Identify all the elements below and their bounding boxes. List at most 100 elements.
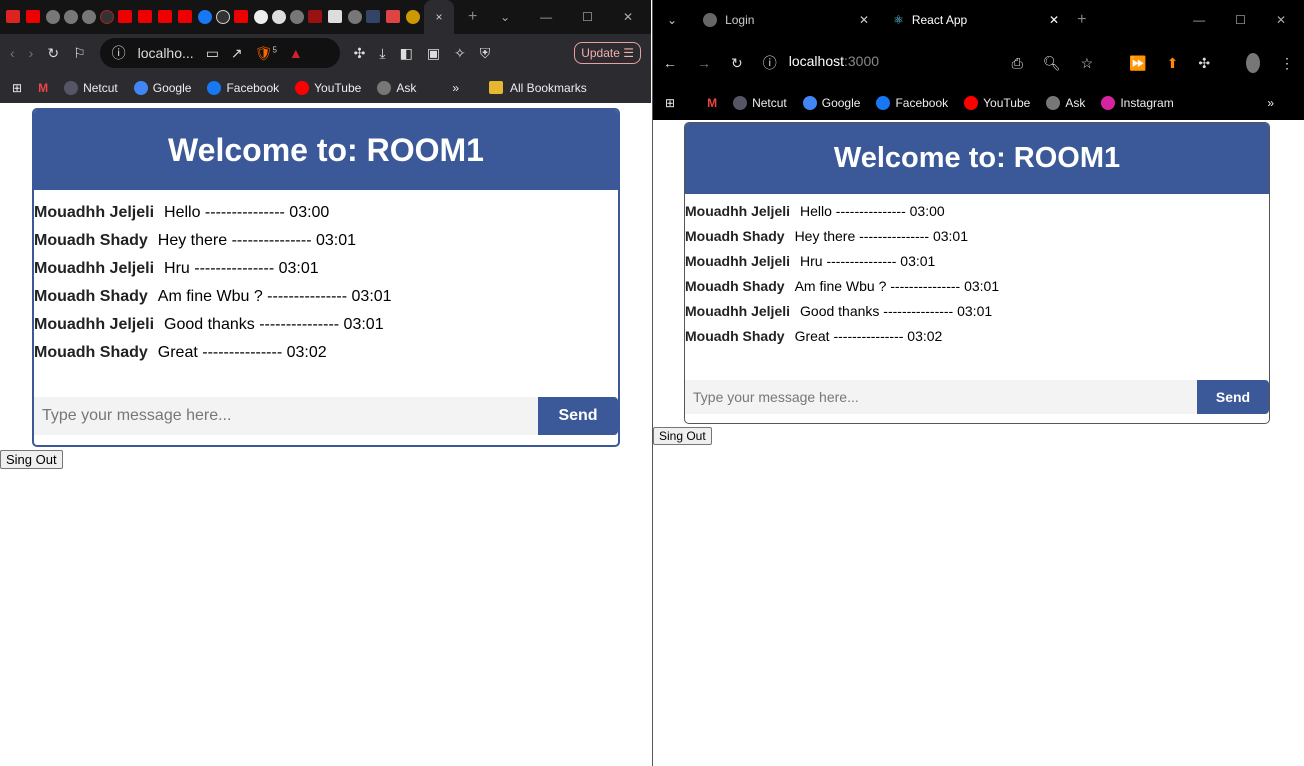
tab-react-app[interactable]: ⚛ React App ✕ <box>881 0 1071 40</box>
close-window-icon[interactable]: ✕ <box>1276 13 1286 27</box>
install-icon[interactable]: ⎙ <box>1012 55 1023 72</box>
tab-search-icon[interactable]: ⌄ <box>500 10 510 24</box>
leo-icon[interactable]: ✧ <box>454 45 466 62</box>
message-author: Mouadh Shady <box>34 288 148 305</box>
message-author: Mouadhh Jeljeli <box>34 204 155 221</box>
new-tab-button[interactable]: + <box>1077 11 1086 29</box>
bookmark-ask[interactable]: Ask <box>1046 96 1085 110</box>
extension-icon[interactable]: ⬆ <box>1167 55 1179 72</box>
extensions-icon[interactable]: ✣ <box>354 45 366 62</box>
close-tab-icon[interactable]: ✕ <box>859 13 869 27</box>
brave-rewards-icon[interactable]: ▲ <box>289 45 303 61</box>
message-input[interactable] <box>685 380 1197 414</box>
message-text: Hey there --------------- 03:01 <box>794 228 969 244</box>
tab-login[interactable]: Login ✕ <box>691 0 881 40</box>
bookmark-youtube[interactable]: YouTube <box>295 80 361 95</box>
message-author: Mouadhh Jeljeli <box>685 203 791 219</box>
info-icon: ⓘ <box>762 55 777 71</box>
message-item: Mouadhh Jeljeli Good thanks -------------… <box>685 299 1269 324</box>
sidebar-icon[interactable]: ◧ <box>400 45 413 62</box>
send-button[interactable]: Send <box>1197 380 1269 414</box>
reload-icon[interactable]: ↻ <box>731 55 743 72</box>
gmail-bookmark[interactable]: M <box>38 81 48 95</box>
ask-icon <box>1046 96 1061 110</box>
send-button[interactable]: Send <box>538 397 618 435</box>
bookmark-facebook[interactable]: Facebook <box>876 96 948 110</box>
brave-shields-icon[interactable]: 🛡5 <box>255 45 277 62</box>
bookmark-instagram[interactable]: Instagram <box>1101 96 1174 110</box>
minimize-icon[interactable]: — <box>540 10 552 24</box>
left-browser-window: × + ⌄ — ☐ ✕ ‹ › ↻ ⚐ ⓘ localho... ▭ ↗ 🛡5 ▲ ✣… <box>0 0 651 766</box>
message-list: Mouadhh Jeljeli Hello --------------- 03:… <box>685 194 1269 349</box>
close-window-icon[interactable]: ✕ <box>623 10 633 24</box>
address-bar[interactable]: ⓘ localho... ▭ ↗ 🛡5 ▲ <box>99 38 340 68</box>
toolbar: ‹ › ↻ ⚐ ⓘ localho... ▭ ↗ 🛡5 ▲ ✣ ⤓ ◧ ▣ ✧ … <box>0 34 651 72</box>
update-button[interactable]: Update ☰ <box>574 42 641 64</box>
chat-window: Welcome to: ROOM1 Mouadhh Jeljeli Hello -… <box>684 122 1270 424</box>
bookmarks-bar: ⊞ M Netcut Google Facebook YouTube Ask Instag… <box>653 86 1304 120</box>
forward-icon[interactable]: › <box>29 45 34 61</box>
pinned-tabs[interactable] <box>0 10 420 24</box>
download-icon[interactable]: ⤓ <box>379 45 385 62</box>
new-tab-button[interactable]: + <box>468 8 477 26</box>
bookmark-icon[interactable]: ⚐ <box>73 45 86 62</box>
facebook-icon <box>876 96 891 110</box>
cast-icon[interactable]: ▭ <box>206 45 219 62</box>
message-author: Mouadh Shady <box>685 228 785 244</box>
gmail-bookmark[interactable]: M <box>707 96 717 110</box>
back-icon[interactable]: ‹ <box>10 45 15 61</box>
bookmark-facebook[interactable]: Facebook <box>207 80 279 95</box>
tab-list-icon[interactable]: ⌄ <box>653 13 691 27</box>
bookmarks-more[interactable]: » <box>1267 96 1292 110</box>
chat-header: Welcome to: ROOM1 <box>34 110 618 190</box>
active-tab[interactable]: × <box>424 0 454 34</box>
apps-icon[interactable]: ⊞ <box>665 96 675 110</box>
bookmark-netcut[interactable]: Netcut <box>64 80 118 95</box>
bookmark-ask[interactable]: Ask <box>377 80 416 95</box>
sign-out-button[interactable]: Sing Out <box>0 450 63 469</box>
wallet-icon[interactable]: ▣ <box>427 45 440 62</box>
zoom-icon[interactable]: 🔍︎ <box>1043 55 1061 72</box>
bookmark-google[interactable]: Google <box>133 80 191 95</box>
message-item: Mouadhh Jeljeli Hru --------------- 03:01 <box>34 255 618 283</box>
ask-icon <box>377 80 392 95</box>
extensions-icon[interactable]: ✣ <box>1198 55 1210 72</box>
bookmark-netcut[interactable]: Netcut <box>733 96 787 110</box>
share-icon[interactable]: ↗ <box>231 45 243 62</box>
vpn-icon[interactable]: ⛨ <box>480 45 491 62</box>
message-text: Hello --------------- 03:00 <box>164 204 330 221</box>
forward-icon[interactable]: → <box>697 55 711 71</box>
bookmarks-bar: ⊞ M Netcut Google Facebook YouTube Ask » All… <box>0 72 651 103</box>
bookmarks-more[interactable]: » <box>452 81 459 95</box>
menu-icon[interactable]: ⋮ <box>1280 55 1294 72</box>
close-tab-icon[interactable]: ✕ <box>1049 13 1059 27</box>
star-icon[interactable]: ☆ <box>1081 55 1094 72</box>
message-input[interactable] <box>34 397 538 435</box>
minimize-icon[interactable]: — <box>1193 13 1205 27</box>
netcut-icon <box>64 80 79 95</box>
tab-strip: × + ⌄ — ☐ ✕ <box>0 0 651 34</box>
message-item: Mouadhh Jeljeli Hru --------------- 03:01 <box>685 249 1269 274</box>
bookmark-youtube[interactable]: YouTube <box>964 96 1030 110</box>
message-item: Mouadh Shady Great --------------- 03:02 <box>685 324 1269 349</box>
message-author: Mouadhh Jeljeli <box>685 253 791 269</box>
google-icon <box>802 96 817 110</box>
message-item: Mouadh Shady Am fine Wbu ? --------------… <box>34 283 618 311</box>
google-icon <box>133 80 148 95</box>
message-text: Am fine Wbu ? --------------- 03:01 <box>794 278 1000 294</box>
reload-icon[interactable]: ↻ <box>47 45 59 62</box>
close-tab-icon[interactable]: × <box>436 10 443 24</box>
address-bar[interactable]: ⓘ localhost:3000 <box>763 53 902 73</box>
youtube-icon <box>964 96 979 110</box>
avatar[interactable] <box>1246 53 1260 73</box>
sign-out-button[interactable]: Sing Out <box>653 427 712 445</box>
extension-icon[interactable]: ⏩ <box>1129 55 1146 72</box>
maximize-icon[interactable]: ☐ <box>582 10 593 24</box>
maximize-icon[interactable]: ☐ <box>1235 13 1246 27</box>
apps-icon[interactable]: ⊞ <box>12 81 22 95</box>
message-text: Am fine Wbu ? --------------- 03:01 <box>157 288 392 305</box>
message-text: Hru --------------- 03:01 <box>800 253 936 269</box>
all-bookmarks[interactable]: All Bookmarks <box>489 81 587 95</box>
back-icon[interactable]: ← <box>663 55 677 71</box>
bookmark-google[interactable]: Google <box>802 96 860 110</box>
